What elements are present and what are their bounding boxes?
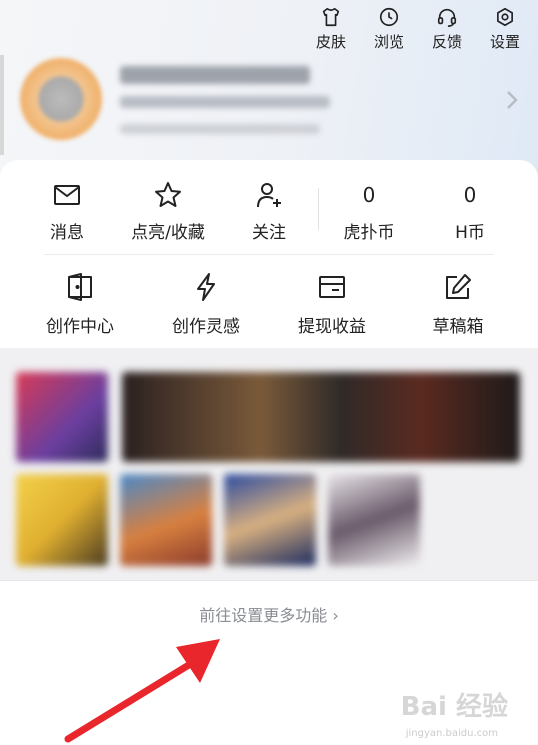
banner-tile[interactable]: [328, 474, 420, 566]
banner-tile[interactable]: [16, 474, 108, 566]
hupu-coin-value: 0: [362, 183, 376, 207]
star-icon: [155, 182, 181, 207]
skin-label: 皮肤: [315, 33, 346, 51]
tools-row: 创作中心 创作灵感 提现收益 草稿箱: [0, 272, 538, 337]
creator-center-label: 创作中心: [46, 317, 114, 337]
stats-row: 消息 点亮/收藏 关注 0 虎扑币 0 H币: [0, 180, 538, 245]
banner-tile[interactable]: [16, 372, 108, 462]
banner-tile[interactable]: [224, 474, 316, 566]
red-arrow-annotation: [64, 639, 220, 743]
inspiration-entry[interactable]: 创作灵感: [156, 272, 256, 337]
stats-divider: [318, 188, 319, 230]
more-settings-link[interactable]: 前往设置更多功能 ›: [0, 602, 538, 626]
clock-icon: [379, 7, 399, 27]
edit-icon: [446, 274, 471, 299]
watermark-url: jingyan.baidu.com: [405, 728, 498, 739]
drafts-label: 草稿箱: [432, 317, 484, 337]
section-divider: [44, 254, 494, 255]
username-blur: [120, 66, 310, 84]
h-coin-label: H币: [455, 223, 485, 243]
lightning-icon: [197, 273, 215, 301]
user-plus-icon: [257, 183, 281, 208]
feedback-label: 反馈: [431, 33, 462, 51]
likes-favorites-label: 点亮/收藏: [131, 223, 205, 243]
headset-icon: [437, 8, 457, 27]
profile-row[interactable]: [20, 58, 102, 140]
history-label: 浏览: [373, 33, 404, 51]
history-button[interactable]: 浏览: [370, 4, 408, 52]
avatar[interactable]: [20, 58, 102, 140]
settings-label: 设置: [489, 33, 520, 51]
door-icon: [68, 273, 92, 301]
messages-entry[interactable]: 消息: [27, 180, 107, 243]
wallet-icon: [319, 276, 345, 298]
drafts-entry[interactable]: 草稿箱: [408, 272, 508, 337]
chevron-right-icon[interactable]: [504, 88, 520, 112]
mail-icon: [54, 185, 80, 205]
creator-center-entry[interactable]: 创作中心: [30, 272, 130, 337]
skin-button[interactable]: 皮肤: [312, 4, 350, 52]
h-coin-entry[interactable]: 0 H币: [430, 180, 510, 243]
messages-label: 消息: [50, 223, 84, 243]
following-entry[interactable]: 关注: [229, 180, 309, 243]
hupu-coin-label: 虎扑币: [343, 223, 395, 243]
withdraw-entry[interactable]: 提现收益: [282, 272, 382, 337]
withdraw-label: 提现收益: [298, 317, 366, 337]
gear-icon: [497, 7, 513, 27]
banner-tile[interactable]: [120, 474, 212, 566]
hupu-coin-entry[interactable]: 0 虎扑币: [329, 180, 409, 243]
tshirt-icon: [322, 7, 340, 27]
profile-info-blur: [120, 96, 330, 108]
profile-stats-blur: [120, 124, 320, 134]
watermark-logo: Bai 经验: [400, 692, 508, 722]
h-coin-value: 0: [463, 183, 477, 207]
inspiration-label: 创作灵感: [172, 317, 240, 337]
banner-tile[interactable]: [122, 372, 520, 462]
feedback-button[interactable]: 反馈: [428, 4, 466, 52]
header-edge: [0, 55, 4, 155]
top-actions: 皮肤 浏览 反馈 设置: [312, 4, 524, 52]
following-label: 关注: [252, 223, 286, 243]
settings-button[interactable]: 设置: [486, 4, 524, 52]
likes-favorites-entry[interactable]: 点亮/收藏: [128, 180, 208, 243]
